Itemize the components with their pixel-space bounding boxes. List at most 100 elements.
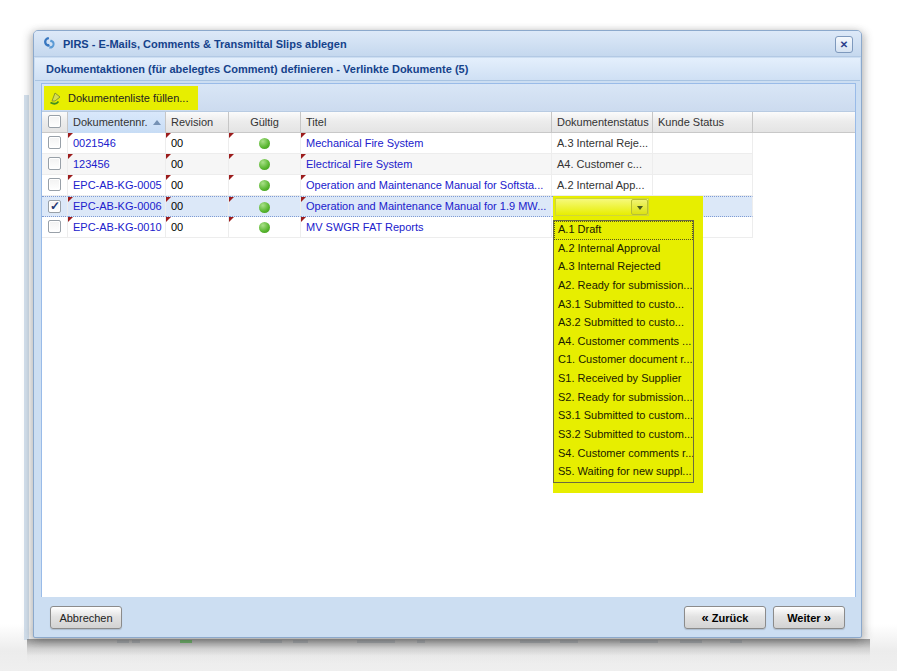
modified-marker [68,133,73,138]
column-header-kunde-status[interactable]: Kunde Status [653,112,753,133]
modified-marker [166,217,171,222]
document-status-text: A.2 Internal App... [557,179,644,191]
dialog-titlebar: PIRS - E-Mails, Comments & Transmittal S… [34,31,861,57]
cell-kunde [653,175,753,196]
pirs-dialog-window: PIRS - E-Mails, Comments & Transmittal S… [33,30,862,638]
modified-marker [301,175,306,180]
status-option[interactable]: S2. Ready for submission... [554,389,693,408]
grid-header-row: Dokumentennr.RevisionGültigTitelDokument… [42,112,855,133]
cell-rev: 00 [166,175,229,196]
background-content-fragment [132,640,140,643]
row-checkbox[interactable] [48,178,61,191]
status-option[interactable]: S1. Received by Supplier [554,370,693,389]
column-header-dokumentenstatus[interactable]: Dokumentenstatus [552,112,653,133]
cell-nr: 0021546 [68,133,166,154]
next-button[interactable]: Weiter » [773,606,845,629]
row-checkbox[interactable] [48,200,61,213]
sort-asc-icon [153,120,161,125]
dialog-title: PIRS - E-Mails, Comments & Transmittal S… [63,38,347,50]
background-content-fragment [357,640,395,643]
close-button[interactable]: ✕ [835,36,853,53]
valid-icon [259,202,270,213]
row-checkbox[interactable] [48,220,61,233]
document-title-link[interactable]: MV SWGR FAT Reports [306,221,424,233]
column-header-revision[interactable]: Revision [166,112,229,133]
document-number-link[interactable]: 0021546 [73,137,116,149]
kunde-status-text: 00 [171,158,183,170]
document-number-link[interactable]: EPC-AB-KG-0006 [73,200,162,212]
modified-marker [166,154,171,159]
background-content-fragment [560,640,578,643]
modified-marker [166,197,171,202]
next-label: Weiter [787,612,820,624]
cell-status: A4. Customer c... [552,154,653,175]
modified-marker [68,175,73,180]
chevron-down-icon [637,206,643,210]
status-option[interactable]: A.2 Internal Approval [554,240,693,259]
cell-title: Operation and Maintenance Manual for Sof… [301,175,552,196]
cancel-button[interactable]: Abbrechen [50,606,122,629]
cell-nr: EPC-AB-KG-0006 [68,196,166,217]
table-row[interactable]: EPC-AB-KG-0005 00 Operation and Maintenanc… [42,175,753,196]
document-status-text: A4. Customer c... [557,158,642,170]
modified-marker [301,197,306,202]
row-checkbox[interactable] [48,136,61,149]
fill-button-label: Dokumentenliste füllen... [68,92,188,104]
document-title-link[interactable]: Operation and Maintenance Manual for Sof… [306,179,543,191]
modified-marker [229,175,234,180]
valid-icon [259,222,270,233]
document-number-link[interactable]: EPC-AB-KG-0005 [73,179,162,191]
document-number-link[interactable]: EPC-AB-KG-0010 [73,221,162,233]
status-option[interactable]: S4. Customer comments r... [554,445,693,464]
status-option[interactable]: A3.1 Submitted to custo... [554,296,693,315]
document-title-link[interactable]: Operation and Maintenance Manual for 1.9… [306,200,546,212]
modified-marker [301,133,306,138]
table-row[interactable]: 0021546 00 Mechanical Fire System A.3 Inter… [42,133,753,154]
modified-marker [301,217,306,222]
column-header-dokumentennr-[interactable]: Dokumentennr. [68,112,166,133]
cell-nr: 123456 [68,154,166,175]
cell-rev: 00 [166,133,229,154]
row-checkbox[interactable] [48,157,61,170]
modified-marker [229,197,234,202]
back-label: Zurück [712,612,749,624]
select-all-checkbox[interactable] [48,115,61,128]
modified-marker [68,217,73,222]
background-content-fragment [180,640,192,643]
status-option[interactable]: A2. Ready for submission... [554,277,693,296]
status-option[interactable]: A.1 Draft [554,221,693,240]
column-header-titel[interactable]: Titel [301,112,552,133]
status-option[interactable]: A4. Customer comments ... [554,333,693,352]
background-content-fragment [520,640,550,643]
column-header-g-ltig[interactable]: Gültig [229,112,301,133]
document-status-combobox[interactable] [555,198,649,216]
fill-document-list-button[interactable]: Dokumentenliste füllen... [44,86,198,110]
status-option[interactable]: A.3 Internal Rejected [554,258,693,277]
background-page-edge [24,95,29,640]
cell-title: Electrical Fire System [301,154,552,175]
cell-valid [229,217,301,238]
back-button[interactable]: « Zurück [684,606,766,629]
background-content-fragment [620,640,658,643]
cell-valid [229,133,301,154]
status-option[interactable]: A3.2 Submitted to custo... [554,314,693,333]
table-row[interactable]: 123456 00 Electrical Fire System A4. Custom… [42,154,753,175]
modified-marker [68,197,73,202]
cell-status: A.2 Internal App... [552,175,653,196]
status-option[interactable]: C1. Customer document r... [554,351,693,370]
status-option[interactable]: S3.2 Submitted to custom... [554,426,693,445]
combobox-trigger-button[interactable] [631,199,648,215]
dialog-footer: Abbrechen « Zurück Weiter » [35,597,860,636]
modified-marker [229,217,234,222]
document-title-link[interactable]: Electrical Fire System [306,158,412,170]
fill-pen-icon [48,89,64,107]
cell-kunde [653,154,753,175]
background-content-fragment [293,640,308,643]
cell-valid [229,154,301,175]
status-option[interactable]: S3.1 Submitted to custom... [554,407,693,426]
document-number-link[interactable]: 123456 [73,158,110,170]
document-title-link[interactable]: Mechanical Fire System [306,137,423,149]
document-status-text: A.3 Internal Reje... [557,137,648,149]
status-option[interactable]: S5. Waiting for new suppl... [554,463,693,482]
cell-rev: 00 [166,217,229,238]
